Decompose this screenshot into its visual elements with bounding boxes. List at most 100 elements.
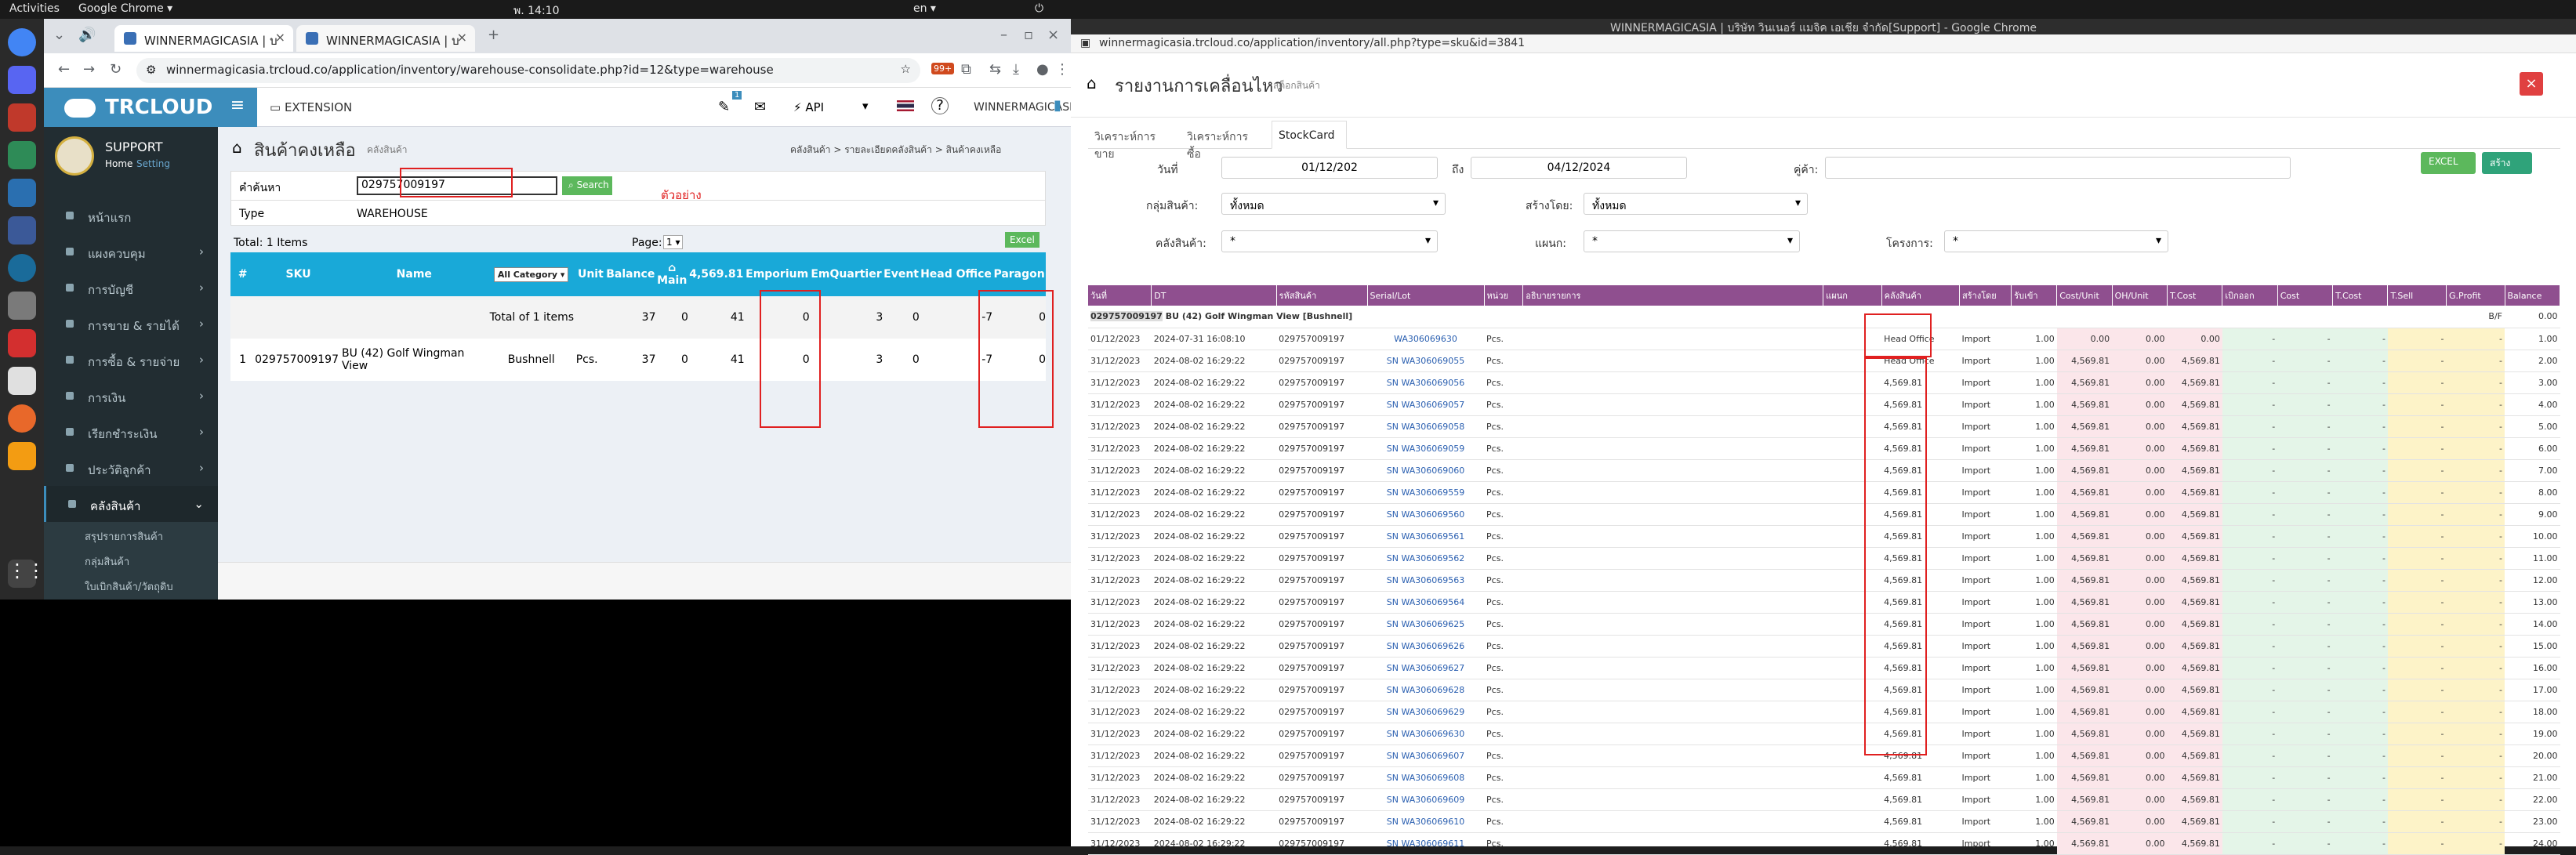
table-row[interactable]: 31/12/2023 2024-08-02 16:29:22 02975700919… — [1088, 832, 2560, 855]
breadcrumb-item[interactable]: คลังสินค้า — [790, 144, 831, 155]
create-button[interactable]: สร้าง — [2482, 152, 2532, 174]
reload-icon[interactable]: ↻ — [110, 61, 122, 78]
globe-icon[interactable] — [8, 254, 36, 282]
cell-serial[interactable]: SN WA306069564 — [1367, 591, 1485, 614]
table-row[interactable]: 31/12/2023 2024-08-02 16:29:22 02975700919… — [1088, 810, 2560, 833]
forward-icon[interactable]: → — [83, 61, 95, 78]
notification-icon[interactable]: ✎ — [718, 99, 730, 115]
vlc-icon[interactable] — [8, 442, 36, 470]
submenu-groups[interactable]: กลุ่มสินค้า — [44, 547, 218, 572]
cell-serial[interactable]: SN WA306069563 — [1367, 569, 1485, 592]
table-row[interactable]: 31/12/2023 2024-08-02 16:29:22 02975700919… — [1088, 481, 2560, 504]
table-row[interactable]: 31/12/2023 2024-08-02 16:29:22 02975700919… — [1088, 569, 2560, 592]
table-row[interactable]: 31/12/2023 2024-08-02 16:29:22 02975700919… — [1088, 657, 2560, 679]
department-select[interactable]: * — [1584, 230, 1800, 252]
menu-warehouse[interactable]: คลังสินค้า ⌄ — [44, 486, 218, 522]
mail-icon[interactable]: ✉ — [754, 99, 766, 115]
submenu-requisition[interactable]: ใบเบิกสินค้า/วัตถุดิบ — [44, 572, 218, 600]
activities-button[interactable]: Activities — [9, 2, 60, 15]
app-icon[interactable] — [8, 329, 36, 357]
close-window-icon[interactable]: × — [1047, 27, 1059, 43]
category-filter[interactable]: All Category ▾ — [493, 267, 569, 282]
table-row[interactable]: 31/12/2023 2024-08-02 16:29:22 02975700919… — [1088, 745, 2560, 767]
cell-serial[interactable]: SN WA306069610 — [1367, 810, 1485, 833]
table-row[interactable]: 31/12/2023 2024-08-02 16:29:22 02975700919… — [1088, 701, 2560, 723]
project-select[interactable]: * — [1944, 230, 2168, 252]
power-icon[interactable]: ⏻ — [1035, 2, 1043, 15]
cell-serial[interactable]: WA306069630 — [1367, 328, 1485, 350]
group-select[interactable]: ทั้งหมด — [1221, 193, 1446, 215]
close-icon[interactable]: × — [2520, 72, 2543, 96]
table-row[interactable]: 31/12/2023 2024-08-02 16:29:22 02975700919… — [1088, 415, 2560, 438]
cell-serial[interactable]: SN WA306069630 — [1367, 723, 1485, 745]
cell-serial[interactable]: SN WA306069611 — [1367, 832, 1485, 855]
cell-serial[interactable]: SN WA306069060 — [1367, 459, 1485, 482]
cell-serial[interactable]: SN WA306069627 — [1367, 657, 1485, 679]
tab-1[interactable]: WINNERMAGICASIA | บ × — [114, 25, 293, 52]
cell-serial[interactable]: SN WA306069057 — [1367, 393, 1485, 416]
app-menu[interactable]: Google Chrome ▾ — [78, 2, 172, 15]
table-row[interactable]: 1 029757009197 BU (42) Golf Wingman View… — [230, 339, 1046, 381]
address-bar[interactable]: ⚙ winnermagicasia.trcloud.co/application… — [136, 58, 920, 83]
site-info-icon[interactable]: ⚙ — [146, 63, 156, 77]
date-from-input[interactable]: 01/12/202 — [1221, 157, 1438, 179]
close-tab-icon[interactable]: × — [275, 30, 285, 45]
cell-serial[interactable]: SN WA306069608 — [1367, 766, 1485, 789]
maximize-icon[interactable]: ▫ — [1024, 27, 1033, 43]
home-icon[interactable]: ⌂ — [1087, 74, 1097, 92]
excel-button[interactable]: Excel — [1005, 232, 1039, 248]
profile-icon[interactable]: ● — [1036, 61, 1049, 78]
notes-icon[interactable] — [8, 367, 36, 395]
table-row[interactable]: 31/12/2023 2024-08-02 16:29:22 02975700919… — [1088, 547, 2560, 570]
table-row[interactable]: 31/12/2023 2024-08-02 16:29:22 02975700919… — [1088, 350, 2560, 372]
menu-customer-history[interactable]: ประวัติลูกค้า › — [44, 450, 218, 486]
speaker-icon[interactable]: 🔊 — [78, 27, 96, 43]
table-row[interactable]: 31/12/2023 2024-08-02 16:29:22 02975700919… — [1088, 635, 2560, 658]
minimize-icon[interactable]: – — [1000, 27, 1007, 43]
cell-serial[interactable]: SN WA306069562 — [1367, 547, 1485, 570]
table-row[interactable]: 31/12/2023 2024-08-02 16:29:22 02975700919… — [1088, 723, 2560, 745]
table-row[interactable]: 01/12/2023 2024-07-31 16:08:10 02975700919… — [1088, 328, 2560, 350]
table-row[interactable]: 31/12/2023 2024-08-02 16:29:22 02975700919… — [1088, 371, 2560, 394]
menu-billing[interactable]: เรียกชำระเงิน › — [44, 414, 218, 450]
table-row[interactable]: 31/12/2023 2024-08-02 16:29:22 02975700919… — [1088, 679, 2560, 701]
setting-link[interactable]: Setting — [136, 158, 170, 169]
cast-icon[interactable]: ⇆ — [989, 61, 1001, 78]
cell-name[interactable]: BU (42) Golf Wingman View — [342, 339, 487, 381]
clock[interactable]: พ. 14:10 — [513, 2, 559, 20]
brand-logo[interactable]: TRCLOUD — [44, 88, 218, 127]
hamburger-icon[interactable]: ≡ — [218, 88, 257, 127]
menu-icon[interactable]: ⋮ — [1055, 61, 1069, 78]
cell-serial[interactable]: SN WA306069625 — [1367, 613, 1485, 636]
tab-stockcard[interactable]: StockCard — [1272, 121, 1347, 149]
cell-serial[interactable]: SN WA306069607 — [1367, 745, 1485, 767]
cell-serial[interactable]: SN WA306069559 — [1367, 481, 1485, 504]
cell-serial[interactable]: SN WA306069058 — [1367, 415, 1485, 438]
cell-serial[interactable]: SN WA306069629 — [1367, 701, 1485, 723]
table-row[interactable]: 31/12/2023 2024-08-02 16:29:22 02975700919… — [1088, 503, 2560, 526]
download-icon[interactable]: ⤓ — [1013, 61, 1019, 78]
building-icon[interactable]: ▮ — [1054, 97, 1061, 114]
breadcrumb-item[interactable]: รายละเอียดคลังสินค้า — [844, 144, 932, 155]
home-link[interactable]: Home — [105, 158, 132, 169]
close-tab-icon[interactable]: × — [457, 30, 467, 45]
menu-dashboard[interactable]: แผงควบคุม › — [44, 234, 218, 270]
table-row[interactable]: 31/12/2023 2024-08-02 16:29:22 02975700919… — [1088, 788, 2560, 811]
company-name[interactable]: WINNERMAGICASIA — [974, 101, 1080, 114]
search-button[interactable]: ⌕ Search — [562, 176, 612, 195]
table-row[interactable]: 31/12/2023 2024-08-02 16:29:22 02975700919… — [1088, 393, 2560, 416]
submenu-summary[interactable]: สรุปรายการสินค้า — [44, 522, 218, 547]
table-row[interactable]: 31/12/2023 2024-08-02 16:29:22 02975700919… — [1088, 613, 2560, 636]
back-icon[interactable]: ← — [58, 61, 70, 78]
menu-sales[interactable]: การขาย & รายได้ › — [44, 306, 218, 342]
cell-serial[interactable]: SN WA306069609 — [1367, 788, 1485, 811]
extension-badge[interactable]: 99+ — [931, 63, 955, 74]
menu-purchases[interactable]: การซื้อ & รายจ่าย › — [44, 342, 218, 378]
menu-finance[interactable]: การเงิน › — [44, 378, 218, 414]
tab-purchase-analysis[interactable]: วิเคราะห์การซื้อ — [1181, 121, 1267, 161]
partner-input[interactable] — [1825, 157, 2291, 179]
calculator-icon[interactable] — [8, 292, 36, 320]
extension-link[interactable]: ▭ EXTENSION — [270, 100, 352, 114]
table-row[interactable]: 31/12/2023 2024-08-02 16:29:22 02975700919… — [1088, 766, 2560, 789]
spreadsheet-icon[interactable] — [8, 141, 36, 169]
